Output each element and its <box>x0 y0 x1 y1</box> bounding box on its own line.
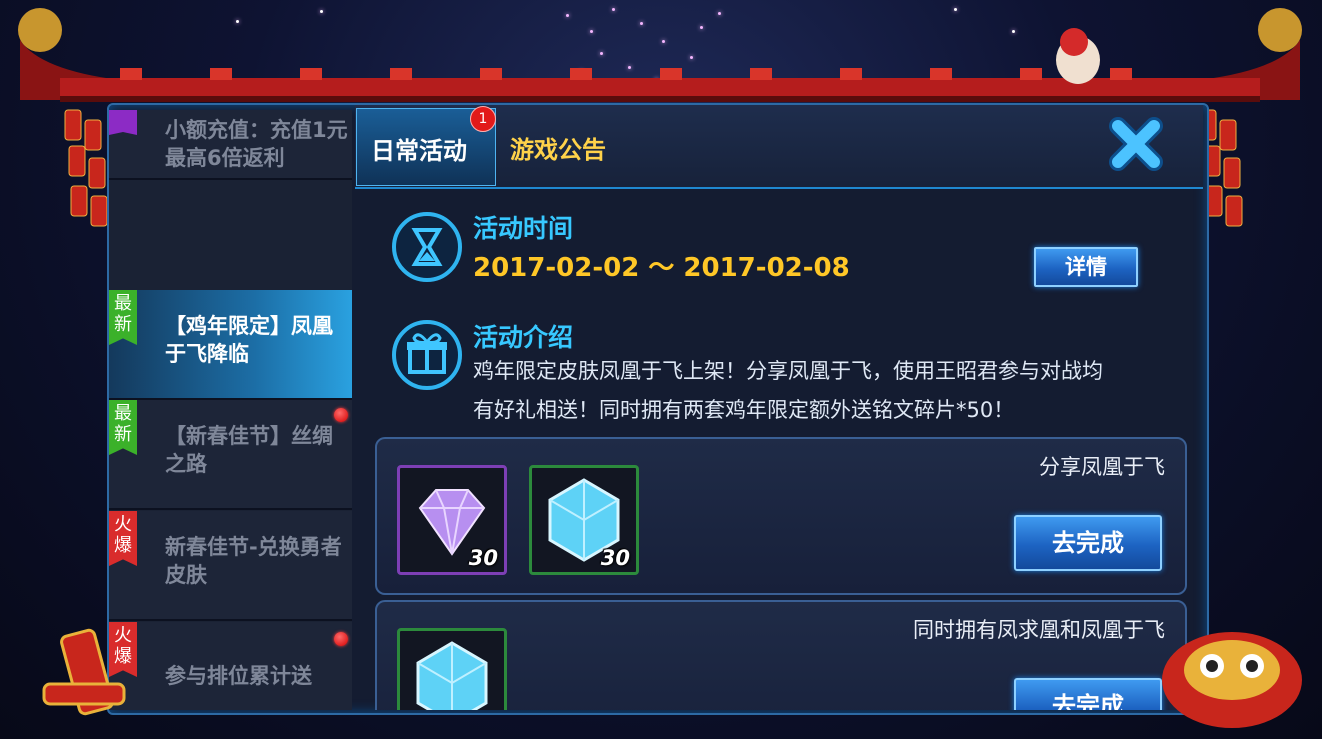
go-complete-button[interactable]: 去完成 <box>1014 515 1162 571</box>
sidebar-item-exchange-skin[interactable]: 火爆 新春佳节-兑换勇者皮肤 <box>109 511 352 621</box>
sidebar-item-label: 小额充值：充值1元最高6倍返利 <box>165 118 348 170</box>
blue-crystal-icon <box>416 641 488 710</box>
notification-dot <box>334 632 348 646</box>
sidebar-item-phoenix[interactable]: 最新 【鸡年限定】凤凰于飞降临 <box>109 290 352 400</box>
sidebar-item-label: 新春佳节-兑换勇者皮肤 <box>165 535 342 587</box>
ribbon-badge <box>109 110 137 135</box>
firecracker-bundle-icon <box>42 628 126 716</box>
close-icon[interactable] <box>1104 112 1168 176</box>
activity-intro-line-1: 鸡年限定皮肤凤凰于飞上架！分享凤凰于飞，使用王昭君参与对战均 <box>473 359 1103 383</box>
reward-quantity: 30 <box>468 546 498 570</box>
task-card-clip: 同时拥有凤求凰和凤凰于飞 去完成 <box>375 600 1187 710</box>
details-button[interactable]: 详情 <box>1034 247 1138 287</box>
activity-date-range: 2017-02-02 ～ 2017-02-08 <box>473 253 850 283</box>
lion-dance-head-icon <box>1162 632 1302 728</box>
sidebar-item-label: 【鸡年限定】凤凰于飞降临 <box>165 314 333 366</box>
activity-time-title: 活动时间 <box>473 214 574 243</box>
sidebar-item-silk-road[interactable]: 最新 【新春佳节】丝绸之路 <box>109 400 352 510</box>
new-ribbon-badge: 最新 <box>109 400 137 455</box>
go-complete-button[interactable]: 去完成 <box>1014 678 1162 710</box>
sidebar-item-label: 【新春佳节】丝绸之路 <box>165 424 333 476</box>
notification-dot <box>334 408 348 422</box>
task-card: 同时拥有凤求凰和凤凰于飞 去完成 <box>375 600 1187 710</box>
sidebar-item-label: 参与排位累计送 <box>165 664 312 688</box>
hot-ribbon-badge: 火爆 <box>109 511 137 566</box>
tab-game-announcement[interactable]: 游戏公告 <box>510 130 606 165</box>
hourglass-icon <box>392 212 462 282</box>
red-roof-decoration <box>18 8 1302 102</box>
tab-notification-badge: 1 <box>470 106 496 132</box>
task-card: 分享凤凰于飞 30 30 去完成 <box>375 437 1187 595</box>
task-label: 分享凤凰于飞 <box>1039 455 1165 479</box>
reward-quantity: 30 <box>600 546 630 570</box>
activity-intro-title: 活动介绍 <box>473 323 574 352</box>
task-label: 同时拥有凤求凰和凤凰于飞 <box>913 618 1165 642</box>
activity-intro-line-2: 有好礼相送！同时拥有两套鸡年限定额外送铭文碎片*50！ <box>473 398 1015 422</box>
new-ribbon-badge: 最新 <box>109 290 137 345</box>
reward-item[interactable]: 30 <box>397 465 507 575</box>
tab-label: 日常活动 <box>371 137 467 165</box>
reward-item[interactable] <box>397 628 507 710</box>
sidebar-item-small-recharge[interactable]: 小额充值：充值1元最高6倍返利 <box>109 110 352 180</box>
reward-item[interactable]: 30 <box>529 465 639 575</box>
gift-icon <box>392 320 462 390</box>
